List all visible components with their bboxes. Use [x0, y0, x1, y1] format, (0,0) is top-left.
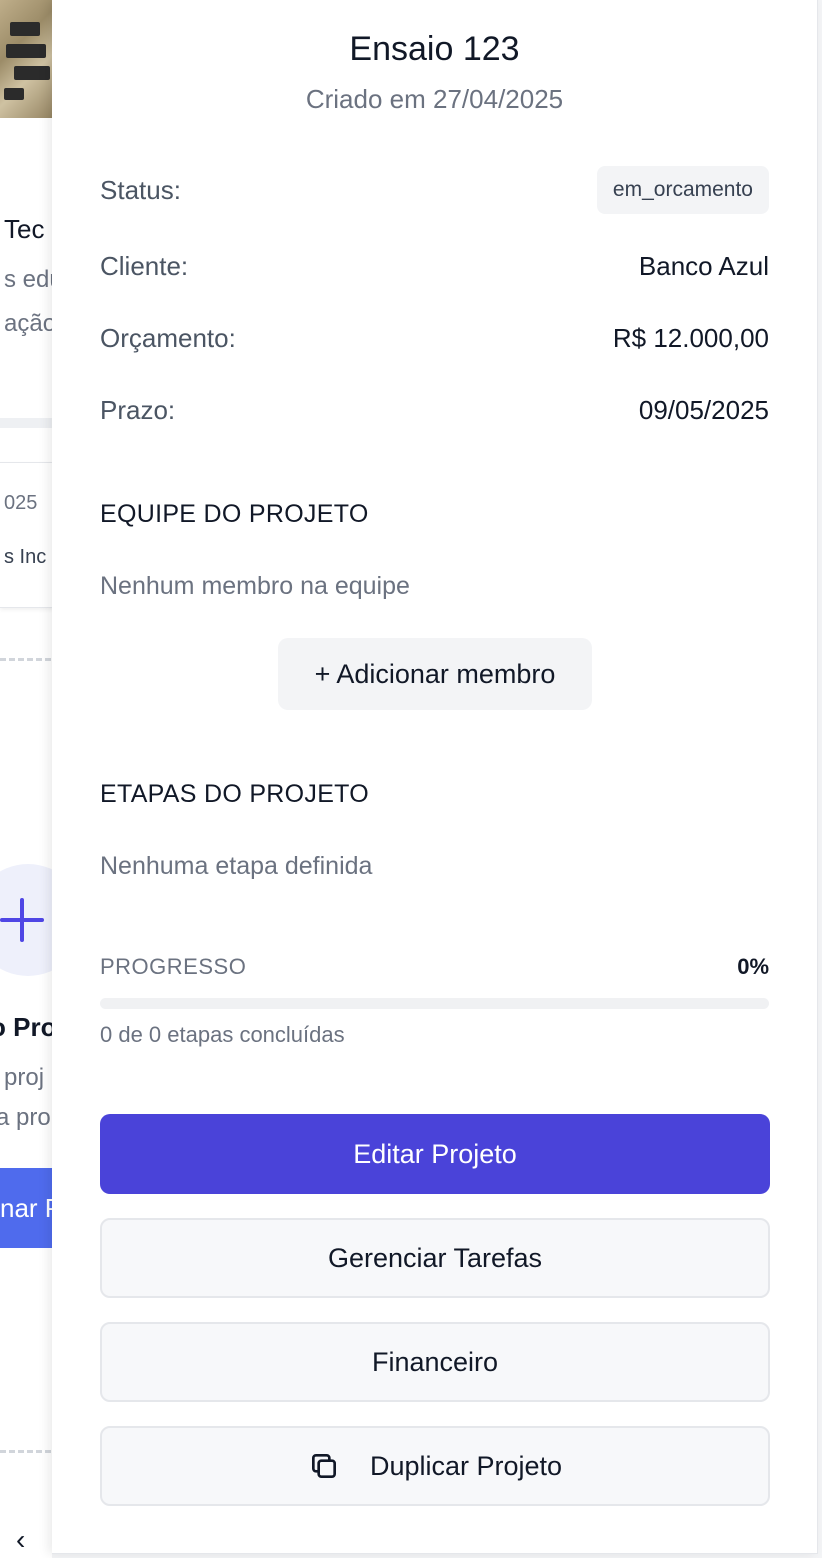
stages-empty-text: Nenhuma etapa definida [100, 852, 373, 880]
duplicate-project-button[interactable]: Duplicar Projeto [100, 1426, 770, 1506]
edit-project-label: Editar Projeto [353, 1138, 517, 1169]
project-card-client: s Inc [4, 546, 47, 568]
progress-value: 0% [737, 954, 769, 979]
duplicate-project-label: Duplicar Projeto [369, 1450, 563, 1481]
client-label: Cliente: [100, 250, 189, 281]
edit-project-button[interactable]: Editar Projeto [100, 1114, 770, 1194]
team-empty-text: Nenhum membro na equipe [100, 572, 410, 600]
new-project-description: proj [4, 1064, 45, 1091]
project-created-date: Criado em 27/04/2025 [305, 84, 564, 114]
manage-tasks-label: Gerenciar Tarefas [327, 1242, 543, 1273]
new-project-description: a pro [0, 1104, 51, 1131]
deadline-value: 09/05/2025 [638, 394, 769, 425]
copy-icon [311, 1454, 336, 1478]
project-card-description: ação [4, 310, 52, 337]
divider [0, 418, 52, 428]
client-value: Banco Azul [638, 250, 769, 281]
background-page: Tec s edu ação 025 s Inc o Pro proj a pr… [0, 0, 52, 1558]
project-card-date: 025 [4, 492, 38, 514]
new-project-card-border [0, 1450, 52, 1453]
budget-row: Orçamento: R$ 12.000,00 [100, 314, 769, 362]
progress-label: PROGRESSO [100, 954, 247, 979]
client-row: Cliente: Banco Azul [100, 242, 769, 290]
chevron-left-icon[interactable]: ‹ [16, 1526, 25, 1554]
finance-label: Financeiro [371, 1346, 499, 1377]
progress-bar [100, 998, 769, 1009]
project-card-title: Tec [4, 214, 45, 244]
project-card-description: s edu [4, 266, 52, 293]
project-title: Ensaio 123 [349, 30, 520, 68]
stages-heading: ETAPAS DO PROJETO [100, 780, 370, 808]
budget-value: R$ 12.000,00 [612, 322, 769, 353]
deadline-row: Prazo: 09/05/2025 [100, 386, 769, 434]
plus-icon[interactable] [0, 864, 52, 976]
project-details-panel: Ensaio 123 Criado em 27/04/2025 Status: … [52, 0, 818, 1554]
status-row: Status: em_orcamento [100, 166, 769, 214]
new-project-card-border [0, 658, 52, 661]
budget-label: Orçamento: [100, 322, 236, 353]
status-badge: em_orcamento [596, 166, 769, 214]
project-thumbnail[interactable] [0, 0, 52, 118]
manage-tasks-button[interactable]: Gerenciar Tarefas [100, 1218, 770, 1298]
add-member-button[interactable]: + Adicionar membro [278, 638, 592, 710]
status-label: Status: [100, 174, 181, 205]
team-heading: EQUIPE DO PROJETO [100, 500, 369, 528]
create-project-button[interactable]: nar P [0, 1168, 52, 1248]
progress-caption: 0 de 0 etapas concluídas [100, 1022, 345, 1047]
new-project-title: o Pro [0, 1012, 52, 1042]
project-card-footer[interactable] [0, 462, 52, 608]
deadline-label: Prazo: [100, 394, 176, 425]
finance-button[interactable]: Financeiro [100, 1322, 770, 1402]
